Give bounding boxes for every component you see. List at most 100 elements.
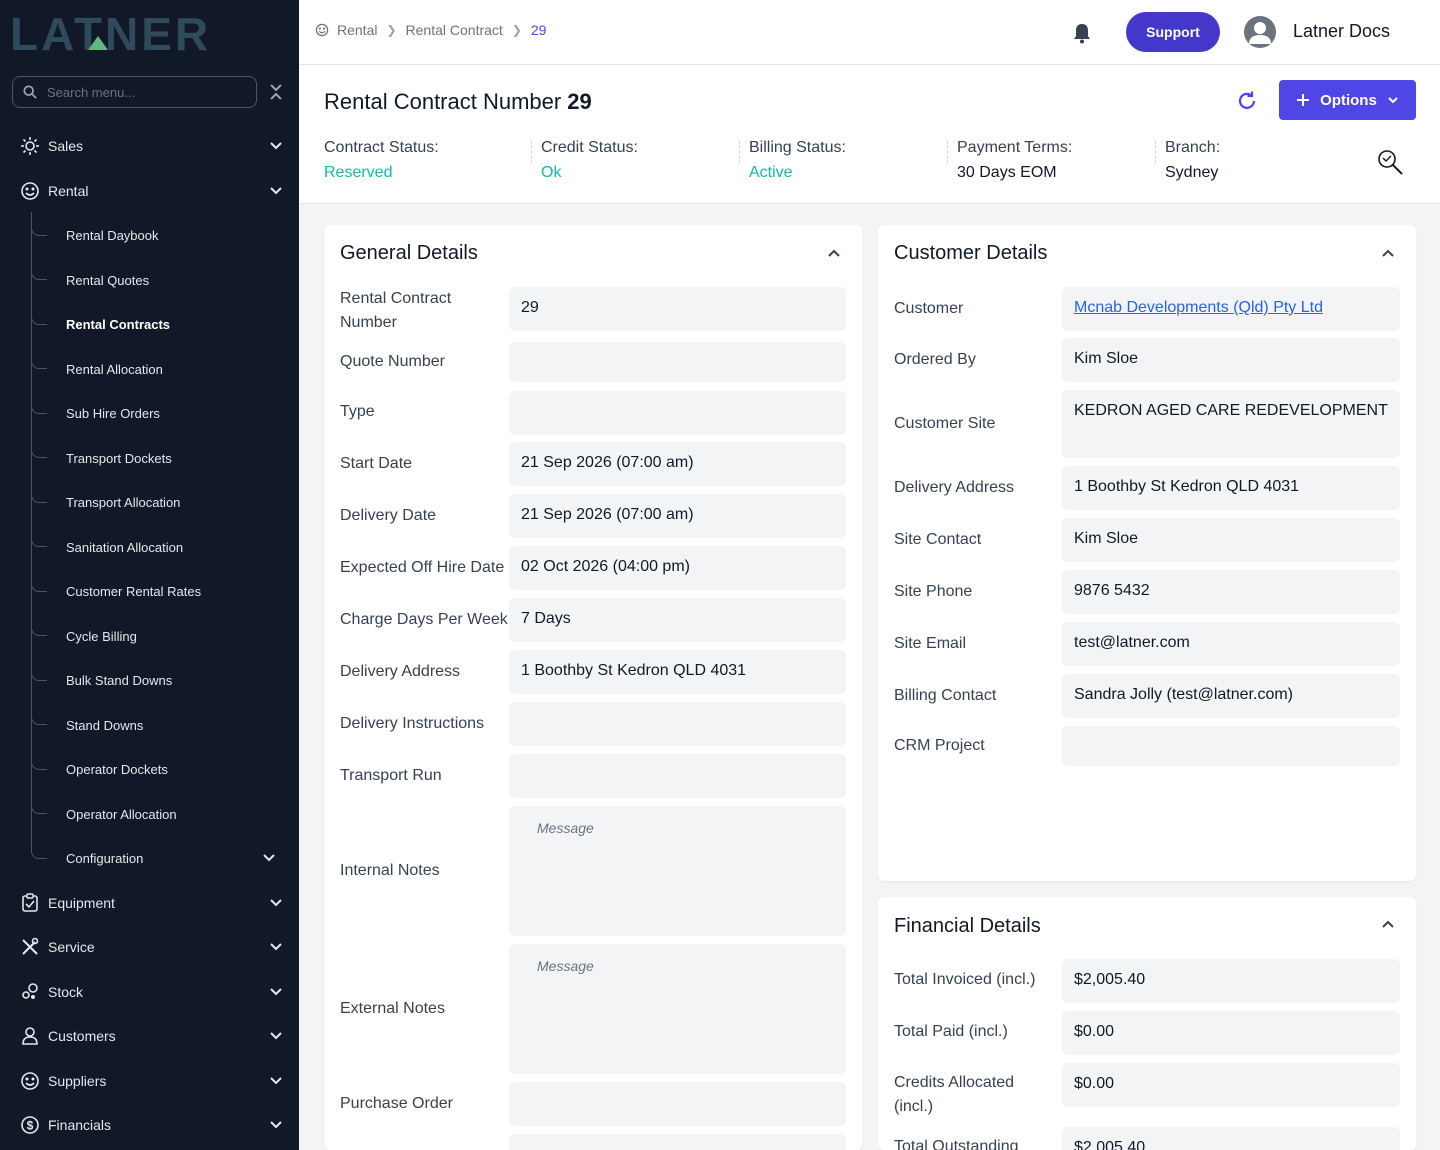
purchase-order-field[interactable] <box>509 1082 846 1126</box>
svg-text:LATNER: LATNER <box>10 10 211 54</box>
nav-customers[interactable]: Customers <box>0 1016 299 1056</box>
nav-suppliers-label: Suppliers <box>48 1073 107 1089</box>
field-row-billing-contact: Billing Contact Sandra Jolly (test@latne… <box>878 674 1416 718</box>
divider <box>739 141 740 163</box>
nav-rental-label: Rental <box>48 183 89 199</box>
internal-notes-textarea[interactable]: Message <box>509 806 846 936</box>
refresh-icon[interactable] <box>1236 90 1258 112</box>
ordered-by-field[interactable]: Kim Sloe <box>1062 338 1400 382</box>
field-label: Expected Off Hire Date <box>340 559 505 576</box>
support-button[interactable]: Support <box>1126 12 1220 52</box>
sidebar-item-sub-hire-orders[interactable]: Sub Hire Orders <box>66 398 286 428</box>
credits-allocated-field[interactable]: $0.00 <box>1062 1063 1400 1107</box>
sidebar-item-customer-rental-rates[interactable]: Customer Rental Rates <box>66 576 286 606</box>
options-button[interactable]: Options <box>1279 80 1416 120</box>
page-title: Rental Contract Number 29 <box>324 89 592 115</box>
sidebar-item-rental-contracts[interactable]: Rental Contracts <box>66 309 286 339</box>
field-row-total-paid: Total Paid (incl.) $0.00 <box>878 1011 1416 1055</box>
tree-branch <box>31 622 47 636</box>
quote-number-field[interactable] <box>509 342 846 382</box>
customer-details-card: Customer Details Customer Mcnab Developm… <box>878 225 1416 881</box>
customer-link[interactable]: Mcnab Developments (Qld) Pty Ltd <box>1062 287 1400 331</box>
breadcrumb-current: 29 <box>530 22 547 38</box>
latner-logo[interactable]: LATNER <box>10 10 280 54</box>
field-label: Site Phone <box>894 583 973 600</box>
sidebar-item-rental-daybook[interactable]: Rental Daybook <box>66 220 286 250</box>
delivery-date-field[interactable]: 21 Sep 2026 (07:00 am) <box>509 494 846 538</box>
breadcrumb-rental-contract[interactable]: Rental Contract <box>406 22 503 38</box>
nav-service[interactable]: Service <box>0 927 299 967</box>
rental-contract-number-field[interactable]: 29 <box>509 287 846 331</box>
sidebar-item-rental-allocation[interactable]: Rental Allocation <box>66 354 286 384</box>
transport-run-field[interactable] <box>509 754 846 798</box>
site-email-field[interactable]: test@latner.com <box>1062 622 1400 666</box>
sidebar-item-stand-downs[interactable]: Stand Downs <box>66 710 286 740</box>
suppliers-icon <box>19 1070 41 1092</box>
sidebar-item-label: Rental Quotes <box>66 272 150 288</box>
user-name[interactable]: Latner Docs <box>1293 21 1390 42</box>
field-row-purchase-order: Purchase Order <box>324 1082 862 1126</box>
customer-delivery-address-field[interactable]: 1 Boothby St Kedron QLD 4031 <box>1062 466 1400 510</box>
avatar[interactable] <box>1244 16 1276 48</box>
contract-status: Contract Status: Reserved <box>324 139 439 189</box>
general-details-card: General Details Rental Contract Number 2… <box>324 225 862 1150</box>
total-paid-field[interactable]: $0.00 <box>1062 1011 1400 1055</box>
sidebar-item-rental-quotes[interactable]: Rental Quotes <box>66 265 286 295</box>
external-notes-textarea[interactable]: Message <box>509 944 846 1074</box>
credit-status: Credit Status: Ok <box>541 139 638 189</box>
next-field[interactable] <box>509 1134 846 1150</box>
menu-search-input[interactable] <box>47 84 247 100</box>
nav-stock-label: Stock <box>48 984 84 1000</box>
charge-days-field[interactable]: 7 Days <box>509 598 846 642</box>
contract-number: 29 <box>567 89 592 114</box>
sidebar-item-operator-allocation[interactable]: Operator Allocation <box>66 799 286 829</box>
nav-equipment-label: Equipment <box>48 895 115 911</box>
credit-status-value: Ok <box>541 164 562 181</box>
zoom-search-icon[interactable] <box>1375 147 1405 177</box>
collapse-sidebar-icon[interactable] <box>268 82 284 102</box>
nav-rental[interactable]: Rental <box>0 171 299 211</box>
type-field[interactable] <box>509 391 846 435</box>
chevron-up-icon[interactable] <box>827 246 841 260</box>
chevron-up-icon[interactable] <box>1381 246 1395 260</box>
sidebar-item-configuration[interactable]: Configuration <box>66 843 286 873</box>
menu-search[interactable] <box>12 76 257 108</box>
bell-icon[interactable] <box>1071 22 1093 44</box>
tree-branch <box>31 711 47 725</box>
total-invoiced-field[interactable]: $2,005.40 <box>1062 959 1400 1003</box>
total-outstanding-field[interactable]: $2,005.40 <box>1062 1127 1400 1150</box>
sidebar-item-transport-allocation[interactable]: Transport Allocation <box>66 487 286 517</box>
nav-sales[interactable]: Sales <box>0 126 299 166</box>
sidebar-item-sanitation-allocation[interactable]: Sanitation Allocation <box>66 532 286 562</box>
nav-stock[interactable]: Stock <box>0 972 299 1012</box>
field-row-delivery-address: Delivery Address 1 Boothby St Kedron QLD… <box>324 650 862 694</box>
nav-suppliers[interactable]: Suppliers <box>0 1061 299 1101</box>
nav-equipment[interactable]: Equipment <box>0 883 299 923</box>
crm-project-field[interactable] <box>1062 726 1400 766</box>
chevron-up-icon[interactable] <box>1381 917 1395 931</box>
tree-branch <box>31 845 47 859</box>
chevron-down-icon <box>270 1077 282 1085</box>
field-label: Total Outstanding <box>894 1138 1019 1150</box>
sidebar-item-cycle-billing[interactable]: Cycle Billing <box>66 621 286 651</box>
nav-financials[interactable]: $ Financials <box>0 1105 299 1145</box>
delivery-instructions-field[interactable] <box>509 702 846 746</box>
customer-site-field[interactable]: KEDRON AGED CARE REDEVELOPMENT <box>1062 390 1400 458</box>
start-date-field[interactable]: 21 Sep 2026 (07:00 am) <box>509 442 846 486</box>
field-label: External Notes <box>340 1000 445 1017</box>
sidebar-item-operator-dockets[interactable]: Operator Dockets <box>66 754 286 784</box>
delivery-address-field[interactable]: 1 Boothby St Kedron QLD 4031 <box>509 650 846 694</box>
field-row-external-notes: External Notes Message <box>324 944 862 1074</box>
site-phone-field[interactable]: 9876 5432 <box>1062 570 1400 614</box>
breadcrumb-rental[interactable]: Rental <box>337 22 377 38</box>
chevron-down-icon <box>270 943 282 951</box>
expected-off-hire-date-field[interactable]: 02 Oct 2026 (04:00 pm) <box>509 546 846 590</box>
billing-contact-field[interactable]: Sandra Jolly (test@latner.com) <box>1062 674 1400 718</box>
sidebar-item-transport-dockets[interactable]: Transport Dockets <box>66 443 286 473</box>
equipment-icon <box>19 892 41 914</box>
chevron-right-icon: ❯ <box>386 23 397 37</box>
nav-financials-label: Financials <box>48 1117 112 1133</box>
field-row-total-invoiced: Total Invoiced (incl.) $2,005.40 <box>878 959 1416 1003</box>
site-contact-field[interactable]: Kim Sloe <box>1062 518 1400 562</box>
sidebar-item-bulk-stand-downs[interactable]: Bulk Stand Downs <box>66 665 286 695</box>
